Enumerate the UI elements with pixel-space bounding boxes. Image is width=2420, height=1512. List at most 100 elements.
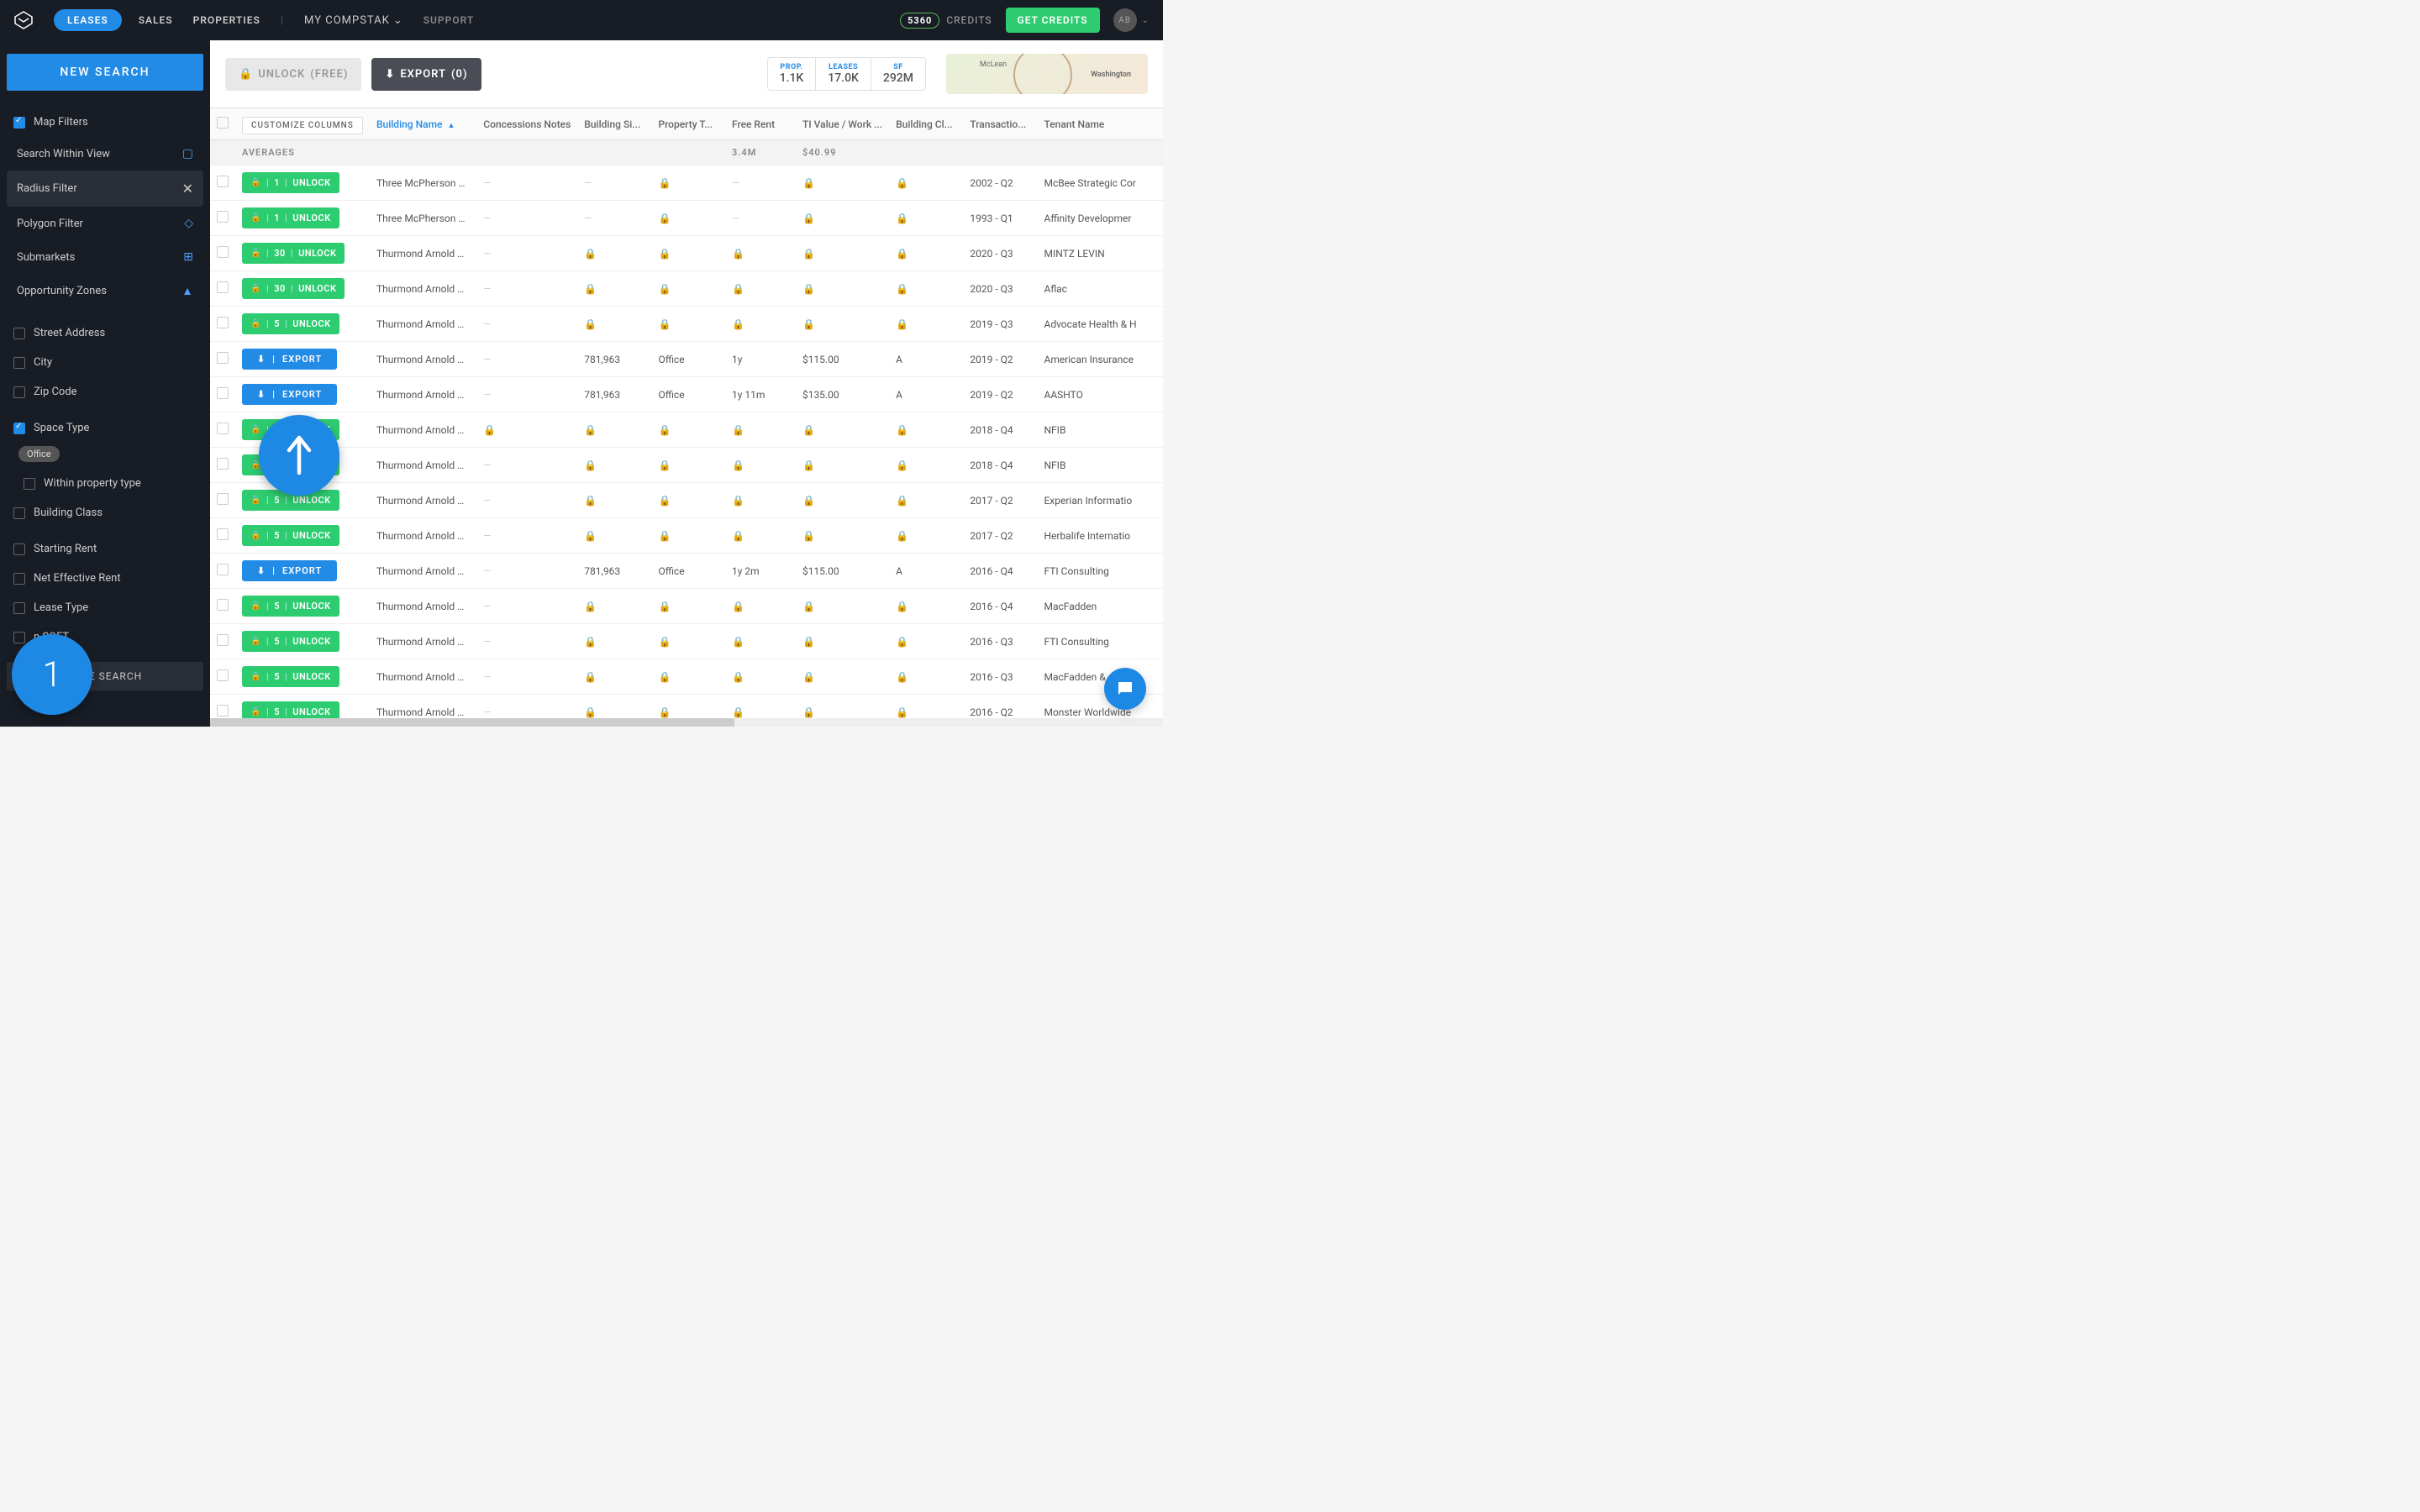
minimap[interactable]: McLean Washington [946, 54, 1148, 94]
checkbox-icon[interactable] [13, 423, 25, 434]
col-transaction-date[interactable]: Transactio... [963, 108, 1037, 140]
checkbox-icon[interactable] [13, 632, 25, 643]
unlock-row-button[interactable]: 🔒|5|UNLOCK [242, 525, 339, 546]
filter-opportunity-zones[interactable]: Opportunity Zones ▲ [7, 274, 203, 308]
row-checkbox[interactable] [210, 483, 235, 518]
table-row[interactable]: 🔒|30|UNLOCK Thurmond Arnold Bu... — 🔒 🔒 … [210, 271, 1163, 307]
close-icon[interactable]: ✕ [182, 181, 193, 197]
row-checkbox[interactable] [210, 342, 235, 377]
checkbox-icon[interactable] [13, 507, 25, 519]
filter-zip-code[interactable]: Zip Code [7, 377, 203, 407]
col-building-size[interactable]: Building Si... [577, 108, 651, 140]
filter-starting-rent[interactable]: Starting Rent [7, 534, 203, 564]
nav-leases[interactable]: LEASES [54, 9, 122, 31]
nav-properties[interactable]: PROPERTIES [193, 14, 260, 26]
checkbox-icon[interactable] [13, 357, 25, 369]
row-checkbox[interactable] [210, 518, 235, 554]
col-ti-value[interactable]: TI Value / Work ... [796, 108, 889, 140]
table-row[interactable]: 🔒|1|UNLOCK Three McPherson Sq... — — 🔒 —… [210, 165, 1163, 201]
col-concessions-notes[interactable]: Concessions Notes [476, 108, 577, 140]
col-property-type[interactable]: Property T... [651, 108, 725, 140]
unlock-row-button[interactable]: 🔒|5|UNLOCK [242, 631, 339, 652]
unlock-row-button[interactable]: 🔒|1|UNLOCK [242, 172, 339, 193]
col-building-class[interactable]: Building Cl... [889, 108, 963, 140]
filter-map-filters[interactable]: Map Filters [7, 108, 203, 137]
table-row[interactable]: 🔒|5|UNLOCK Thurmond Arnold Bu... 🔒 🔒 🔒 🔒… [210, 412, 1163, 448]
checkbox-icon[interactable] [13, 573, 25, 585]
filter-search-within-view[interactable]: Search Within View ▢ [7, 137, 203, 171]
col-free-rent[interactable]: Free Rent [725, 108, 796, 140]
table-row[interactable]: 🔒|5|UNLOCK Thurmond Arnold Bu... — 🔒 🔒 🔒… [210, 518, 1163, 554]
unlock-all-button[interactable]: 🔒 UNLOCK (FREE) [225, 58, 361, 91]
table-row[interactable]: 🔒|5|UNLOCK Thurmond Arnold Bu... — 🔒 🔒 🔒… [210, 307, 1163, 342]
filter-city[interactable]: City [7, 348, 203, 377]
row-checkbox[interactable] [210, 236, 235, 271]
row-checkbox[interactable] [210, 271, 235, 307]
table-row[interactable]: 🔒|5|UNLOCK Thurmond Arnold Bu... — 🔒 🔒 🔒… [210, 695, 1163, 719]
table-row[interactable]: 🔒|1|UNLOCK Three McPherson Sq... — — 🔒 —… [210, 201, 1163, 236]
row-checkbox[interactable] [210, 554, 235, 589]
export-all-button[interactable]: ⬇ EXPORT (0) [371, 58, 481, 91]
space-type-chip[interactable]: Office [18, 446, 60, 462]
row-checkbox[interactable] [210, 695, 235, 719]
export-row-button[interactable]: ⬇|EXPORT [242, 560, 337, 581]
unlock-row-button[interactable]: 🔒|1|UNLOCK [242, 207, 339, 228]
table-row[interactable]: 🔒|5|UNLOCK Thurmond Arnold Bu... — 🔒 🔒 🔒… [210, 448, 1163, 483]
checkbox-icon[interactable] [13, 602, 25, 614]
avatar[interactable]: AB [1113, 8, 1137, 32]
new-search-button[interactable]: NEW SEARCH [7, 54, 203, 91]
table-row[interactable]: ⬇|EXPORT Thurmond Arnold Bu... — 781,963… [210, 377, 1163, 412]
checkbox-icon[interactable] [24, 478, 35, 490]
customize-columns-button[interactable]: CUSTOMIZE COLUMNS [235, 108, 370, 140]
checkbox-icon[interactable] [13, 543, 25, 555]
row-checkbox[interactable] [210, 412, 235, 448]
horizontal-scrollbar[interactable] [210, 718, 1163, 727]
nav-support[interactable]: SUPPORT [424, 14, 475, 26]
select-all-checkbox[interactable] [210, 108, 235, 140]
row-checkbox[interactable] [210, 448, 235, 483]
row-checkbox[interactable] [210, 377, 235, 412]
filter-building-class[interactable]: Building Class [7, 498, 203, 528]
nav-my-compstak[interactable]: MY COMPSTAK ⌄ [304, 14, 403, 27]
row-checkbox[interactable] [210, 307, 235, 342]
get-credits-button[interactable]: GET CREDITS [1006, 8, 1100, 33]
row-checkbox[interactable] [210, 589, 235, 624]
unlock-row-button[interactable]: 🔒|5|UNLOCK [242, 596, 339, 617]
row-checkbox[interactable] [210, 659, 235, 695]
table-row[interactable]: 🔒|5|UNLOCK Thurmond Arnold Bu... — 🔒 🔒 🔒… [210, 624, 1163, 659]
logo-icon[interactable] [13, 10, 34, 30]
table-row[interactable]: 🔒|30|UNLOCK Thurmond Arnold Bu... — 🔒 🔒 … [210, 236, 1163, 271]
table-row[interactable]: 🔒|5|UNLOCK Thurmond Arnold Bu... — 🔒 🔒 🔒… [210, 659, 1163, 695]
checkbox-icon[interactable] [13, 117, 25, 129]
row-checkbox[interactable] [210, 624, 235, 659]
results-table[interactable]: CUSTOMIZE COLUMNS Building Name▲ Concess… [210, 108, 1163, 718]
col-building-name[interactable]: Building Name▲ [370, 108, 476, 140]
chat-button[interactable] [1104, 668, 1146, 710]
unlock-row-button[interactable]: 🔒|5|UNLOCK [242, 666, 339, 687]
unlock-row-button[interactable]: 🔒|30|UNLOCK [242, 278, 345, 299]
table-row[interactable]: ⬇|EXPORT Thurmond Arnold Bu... — 781,963… [210, 342, 1163, 377]
row-checkbox[interactable] [210, 165, 235, 201]
table-row[interactable]: ⬇|EXPORT Thurmond Arnold Bu... — 781,963… [210, 554, 1163, 589]
nav-sales[interactable]: SALES [139, 14, 173, 26]
export-row-button[interactable]: ⬇|EXPORT [242, 349, 337, 370]
row-checkbox[interactable] [210, 201, 235, 236]
filter-net-effective-rent[interactable]: Net Effective Rent [7, 564, 203, 593]
unlock-row-button[interactable]: 🔒|30|UNLOCK [242, 243, 345, 264]
filter-street-address[interactable]: Street Address [7, 318, 203, 348]
filter-within-property-type[interactable]: Within property type [7, 469, 203, 498]
filter-polygon[interactable]: Polygon Filter ◇ [7, 207, 203, 240]
table-row[interactable]: 🔒|5|UNLOCK Thurmond Arnold Bu... — 🔒 🔒 🔒… [210, 589, 1163, 624]
export-row-button[interactable]: ⬇|EXPORT [242, 384, 337, 405]
filter-radius[interactable]: Radius Filter ✕ [7, 171, 203, 207]
filter-space-type[interactable]: Space Type [7, 413, 203, 443]
col-tenant-name[interactable]: Tenant Name [1037, 108, 1163, 140]
chevron-down-icon[interactable]: ⌄ [1142, 16, 1150, 25]
table-row[interactable]: 🔒|5|UNLOCK Thurmond Arnold Bu... — 🔒 🔒 🔒… [210, 483, 1163, 518]
filter-lease-type[interactable]: Lease Type [7, 593, 203, 622]
filter-submarkets[interactable]: Submarkets ⊞ [7, 240, 203, 274]
unlock-row-button[interactable]: 🔒|5|UNLOCK [242, 701, 339, 718]
checkbox-icon[interactable] [13, 328, 25, 339]
unlock-row-button[interactable]: 🔒|5|UNLOCK [242, 313, 339, 334]
checkbox-icon[interactable] [13, 386, 25, 398]
